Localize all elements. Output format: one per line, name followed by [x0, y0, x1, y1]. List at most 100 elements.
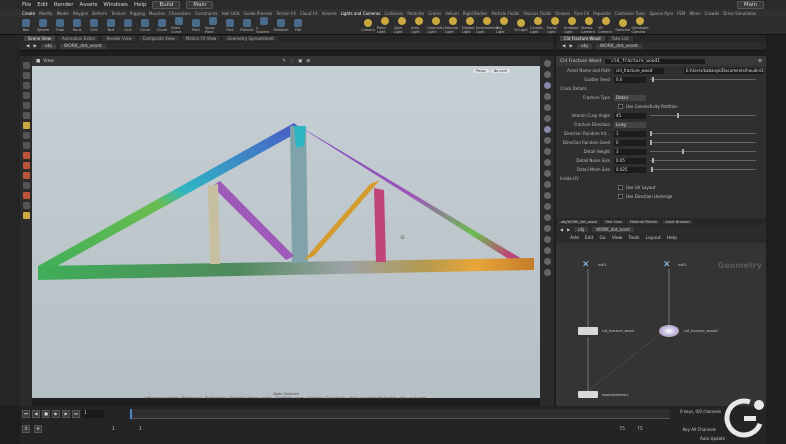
scatter-seed-slider[interactable] — [650, 77, 756, 82]
shelf-tab-terrain[interactable]: Terrain FX — [276, 11, 296, 16]
select-tool-icon[interactable] — [22, 62, 30, 69]
tool-circle[interactable]: Circle — [137, 17, 153, 34]
forward-arrow-icon[interactable]: ▶ — [33, 44, 36, 49]
network-path-node[interactable]: WORK_dot_asset — [592, 227, 634, 232]
shelf-tab-grains[interactable]: Grains — [428, 11, 441, 16]
magnet-tool-icon[interactable] — [22, 152, 30, 159]
tool-environment-light[interactable]: Environment Light — [476, 17, 498, 34]
shelf-tab-oceans[interactable]: Oceans — [555, 11, 570, 16]
step-forward-icon[interactable]: ▶ — [62, 410, 70, 418]
display-wireframe-icon[interactable] — [543, 82, 551, 89]
shelf-tab-drive[interactable]: Drive Simulation — [723, 11, 756, 16]
display-points-icon[interactable] — [543, 60, 551, 67]
snapshot-icon[interactable]: ▣ — [298, 59, 302, 64]
detail-noise-slider[interactable] — [650, 158, 756, 163]
shelf-tab-fem[interactable]: FEM — [677, 11, 685, 16]
workspace-selector-right[interactable]: Main — [736, 0, 764, 9]
tab-material-palette[interactable]: Material Palette — [626, 219, 661, 224]
display-shadows-icon[interactable] — [543, 115, 551, 122]
shelf-tab-model[interactable]: Model — [57, 11, 69, 16]
display-safe-area-icon[interactable] — [543, 148, 551, 155]
pin-icon[interactable]: ✎ — [282, 59, 286, 64]
asset-name-field[interactable]: cld_fracture_wood — [614, 67, 664, 74]
handle-tool-icon[interactable] — [22, 102, 30, 109]
shelf-tab-particle-fluids[interactable]: Particle Fluids — [491, 11, 519, 16]
tool-vr-camera[interactable]: VR Camera — [598, 17, 614, 34]
path-context[interactable]: obj — [40, 43, 56, 49]
use-dir-uv-checkbox[interactable] — [618, 194, 623, 199]
tool-torus[interactable]: Torus — [69, 17, 85, 34]
start-frame-field[interactable]: 1 — [112, 427, 115, 432]
tool-null[interactable]: Null — [103, 17, 119, 34]
tool-path[interactable]: Path — [188, 17, 204, 34]
tool-switcher[interactable]: Switcher — [615, 17, 631, 34]
forward-arrow-icon[interactable]: ▶ — [567, 227, 570, 232]
realtime-icon[interactable]: ⏱ — [22, 425, 30, 433]
tool-font[interactable]: Font — [222, 17, 238, 34]
dir-random-seed-slider[interactable] — [650, 140, 756, 145]
ghost-icon[interactable]: ◌ — [290, 59, 294, 64]
display-points-num-icon[interactable] — [543, 225, 551, 232]
node-name-field[interactable]: cld_fracture_wood1 — [605, 58, 706, 64]
playhead[interactable] — [130, 409, 132, 419]
tool-gi-light[interactable]: GI Light — [513, 17, 529, 34]
timeline-ruler[interactable] — [130, 409, 670, 419]
scale-tool-icon[interactable] — [22, 92, 30, 99]
tool-spray-paint[interactable]: Spray Paint — [205, 17, 221, 34]
end-frame-field[interactable]: 75 — [619, 427, 625, 432]
menu-view[interactable]: View — [612, 236, 623, 241]
detail-mesh-slider[interactable] — [650, 167, 756, 172]
brush-tool-icon[interactable] — [22, 132, 30, 139]
inside-uv-header[interactable]: Inside UV — [556, 174, 766, 183]
display-edges-icon[interactable] — [543, 258, 551, 265]
display-handles-icon[interactable] — [543, 203, 551, 210]
view-tool-icon[interactable] — [22, 122, 30, 129]
display-primitive-icon[interactable] — [543, 214, 551, 221]
gear-icon[interactable]: ⚙ — [758, 59, 762, 64]
pose-tool-icon[interactable] — [22, 112, 30, 119]
shelf-tab-populate[interactable]: Populate — [593, 11, 610, 16]
display-options-icon[interactable]: ⊞ — [306, 59, 310, 64]
tool-volume-light[interactable]: Volume Light — [445, 17, 461, 34]
null2-node-icon[interactable]: ✕ — [663, 260, 671, 270]
menu-go[interactable]: Go — [599, 236, 605, 241]
tool-ambient-light[interactable]: Ambient Light — [564, 17, 580, 34]
display-camera-icon[interactable] — [543, 159, 551, 166]
detail-height-field[interactable]: 3 — [614, 148, 646, 155]
tool-point-light[interactable]: Point Light — [377, 17, 393, 34]
tool-geometry-light[interactable]: Geometry Light — [427, 17, 445, 34]
menu-add[interactable]: Add — [570, 236, 579, 241]
menu-help-net[interactable]: Help — [667, 236, 677, 241]
shelf-tab-guide[interactable]: Guide Process — [244, 11, 272, 16]
shelf-tab-container[interactable]: Container Tools — [615, 11, 646, 16]
shelf-tab-crowds[interactable]: Crowds — [704, 11, 719, 16]
menu-assets[interactable]: Assets — [79, 2, 97, 8]
tool-camera[interactable]: Camera — [360, 17, 376, 34]
tab-tree-view[interactable]: Tree View — [602, 219, 625, 224]
dir-random-int-slider[interactable] — [650, 131, 756, 136]
stop-icon[interactable]: ■ — [42, 410, 50, 418]
tool-sky-light[interactable]: Sky Light — [496, 17, 512, 34]
play-icon[interactable]: ▶ — [52, 410, 60, 418]
light-tool-icon[interactable] — [22, 212, 30, 219]
workspace-selector[interactable]: Main — [186, 0, 214, 9]
lock-camera-icon[interactable] — [22, 182, 30, 189]
shelf-tab-modify[interactable]: Modify — [39, 11, 52, 16]
scatter-seed-field[interactable]: 0.0 — [614, 76, 646, 83]
tool-gamepad-camera[interactable]: Gamepad Camera — [632, 17, 649, 34]
network-path-context[interactable]: obj — [574, 227, 589, 232]
display-vertex-icon[interactable] — [543, 247, 551, 254]
end-frame-field-2[interactable]: 75 — [637, 427, 643, 432]
current-frame-field[interactable]: 1 — [82, 410, 104, 418]
menu-tools[interactable]: Tools — [628, 236, 639, 241]
pivot-tool-icon[interactable] — [22, 192, 30, 199]
3d-viewport[interactable]: Persp No cam ⊕ — [32, 66, 540, 398]
tool-metaball[interactable]: Metaball — [273, 17, 289, 34]
menu-help[interactable]: Help — [134, 2, 147, 8]
shelf-tab-vellum[interactable]: Vellum — [445, 11, 459, 16]
jump-end-icon[interactable]: ⏭ — [72, 410, 80, 418]
shelf-tab-muscles[interactable]: Muscles — [149, 11, 165, 16]
display-normals-icon[interactable] — [543, 71, 551, 78]
forward-arrow-icon[interactable]: ▶ — [569, 44, 572, 49]
tab-render-view[interactable]: Render View — [102, 36, 136, 41]
